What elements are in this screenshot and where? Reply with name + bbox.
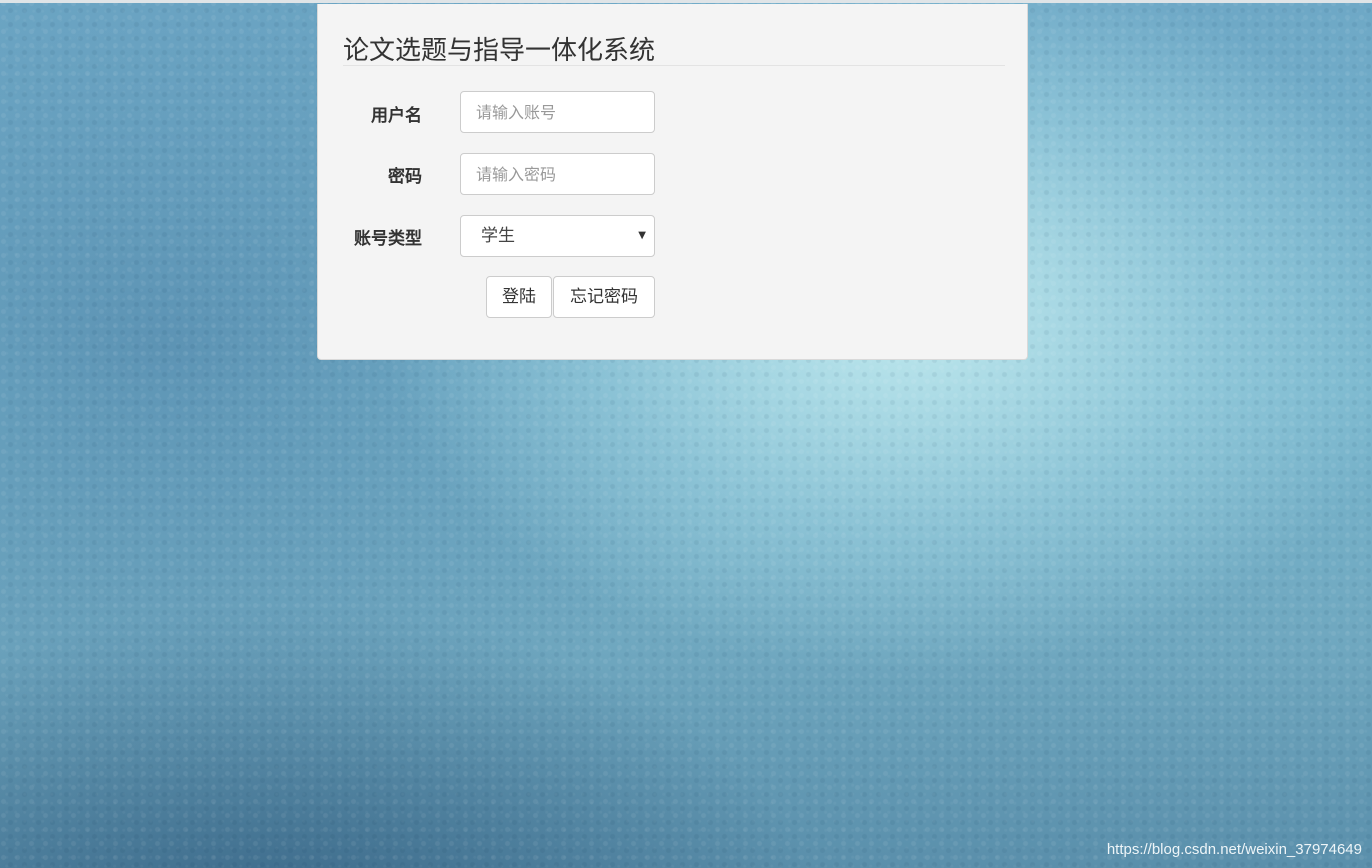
chevron-down-icon: ▼ [638, 230, 646, 241]
password-input[interactable] [460, 153, 655, 195]
forgot-password-button[interactable]: 忘记密码 [553, 276, 655, 318]
login-button[interactable]: 登陆 [486, 276, 552, 318]
page-title: 论文选题与指导一体化系统 [343, 36, 656, 66]
top-divider [0, 0, 1372, 3]
account-type-select[interactable]: 学生 ▼ [460, 215, 655, 257]
title-divider [343, 65, 1005, 66]
account-type-value: 学生 [481, 226, 515, 246]
password-label: 密码 [388, 167, 422, 187]
account-type-label: 账号类型 [354, 229, 422, 249]
watermark-url: https://blog.csdn.net/weixin_37974649 [1106, 841, 1362, 858]
username-input[interactable] [460, 91, 655, 133]
username-label: 用户名 [371, 106, 422, 126]
login-panel: 论文选题与指导一体化系统 用户名 密码 账号类型 学生 ▼ 登陆 忘记密码 [317, 4, 1028, 360]
